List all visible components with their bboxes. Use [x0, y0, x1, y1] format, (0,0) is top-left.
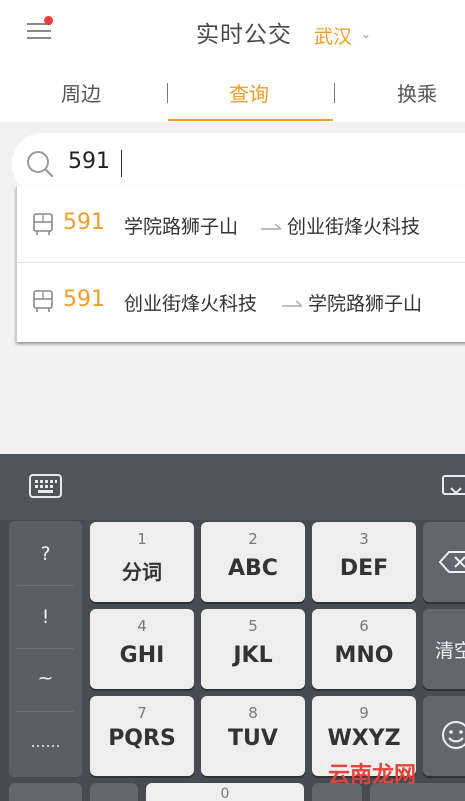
key-label: GHI: [119, 643, 165, 668]
key-number: 2: [248, 530, 258, 548]
symbol-key[interactable]: ?: [9, 543, 82, 565]
symbol-key[interactable]: !: [9, 606, 82, 628]
origin-stop: 创业街烽火科技: [124, 293, 258, 315]
key-1[interactable]: 1 分词: [90, 522, 194, 602]
clear-button[interactable]: 清空: [423, 609, 465, 689]
emoji-icon: [442, 721, 465, 749]
watermark-text: 云南龙网: [328, 763, 417, 788]
header: 实时公交 武汉 ⌄: [0, 0, 465, 66]
bus-icon: [33, 213, 53, 235]
keyboard-toolbar: [0, 454, 465, 520]
bottom-key[interactable]: [9, 783, 82, 801]
key-number: 6: [359, 617, 369, 635]
key-label: JKL: [233, 643, 273, 668]
key-label: MNO: [334, 643, 394, 668]
key-label: ABC: [228, 556, 278, 581]
divider: [17, 711, 74, 712]
notification-dot: [44, 16, 53, 25]
search-input[interactable]: [68, 149, 368, 174]
tab-transfer[interactable]: 换乘: [397, 78, 437, 107]
keyboard-icon[interactable]: [29, 474, 62, 498]
destination-stop: 学院路狮子山: [308, 293, 423, 315]
app-screen: 实时公交 武汉 ⌄ 周边 查询 换乘 591 学院: [0, 0, 465, 801]
backspace-icon: [439, 551, 465, 573]
key-4[interactable]: 4 GHI: [90, 609, 194, 689]
origin-stop: 学院路狮子山: [124, 216, 239, 238]
divider: [17, 648, 74, 649]
city-selector[interactable]: 武汉: [314, 22, 352, 49]
tab-divider: [334, 83, 335, 103]
key-number: 3: [359, 530, 369, 548]
keyboard-hide-icon[interactable]: [441, 474, 465, 498]
suggestion-list: 591 学院路狮子山 创业街烽火科技 591 创业街烽火科技 学院路狮子山: [16, 186, 465, 342]
key-number: 7: [137, 704, 147, 722]
key-6[interactable]: 6 MNO: [312, 609, 416, 689]
tab-bar: 周边 查询 换乘: [0, 66, 465, 122]
key-number: 4: [137, 617, 147, 635]
arrow-right-icon: [261, 223, 282, 230]
key-label: 清空: [435, 640, 465, 662]
page-title: 实时公交: [196, 22, 292, 48]
key-number: 1: [137, 530, 147, 548]
tab-query[interactable]: 查询: [229, 78, 269, 107]
key-label: 分词: [122, 560, 162, 584]
search-icon: [27, 151, 54, 178]
key-8[interactable]: 8 TUV: [201, 696, 305, 776]
key-label: DEF: [339, 556, 389, 581]
key-2[interactable]: 2 ABC: [201, 522, 305, 602]
key-number: 9: [359, 704, 369, 722]
arrow-right-icon: [282, 300, 303, 307]
text-cursor: [121, 150, 122, 177]
key-number: 5: [248, 617, 258, 635]
key-0[interactable]: 0: [146, 783, 304, 801]
emoji-button[interactable]: [423, 696, 465, 776]
list-item[interactable]: 591 学院路狮子山 创业街烽火科技: [17, 186, 465, 263]
tab-divider: [167, 83, 168, 103]
route-number: 591: [63, 287, 105, 312]
symbol-key[interactable]: ……: [9, 733, 82, 751]
route-number: 591: [63, 210, 105, 235]
tab-nearby[interactable]: 周边: [61, 78, 101, 107]
key-label: WXYZ: [327, 726, 401, 751]
key-3[interactable]: 3 DEF: [312, 522, 416, 602]
divider: [17, 585, 74, 586]
chevron-down-icon[interactable]: ⌄: [361, 27, 371, 41]
key-label: PQRS: [108, 726, 176, 751]
symbol-key[interactable]: ~: [9, 667, 82, 689]
symbol-column: ? ! ~ ……: [9, 521, 82, 777]
key-5[interactable]: 5 JKL: [201, 609, 305, 689]
watermark: 云南龙网: [328, 757, 416, 789]
list-item[interactable]: 591 创业街烽火科技 学院路狮子山: [17, 263, 465, 340]
key-label: TUV: [228, 726, 278, 751]
bus-icon: [33, 290, 53, 312]
key-7[interactable]: 7 PQRS: [90, 696, 194, 776]
backspace-button[interactable]: [423, 522, 465, 602]
active-tab-indicator: [168, 119, 333, 121]
bottom-key[interactable]: [90, 783, 138, 801]
key-number: 8: [248, 704, 258, 722]
destination-stop: 创业街烽火科技: [287, 216, 421, 238]
